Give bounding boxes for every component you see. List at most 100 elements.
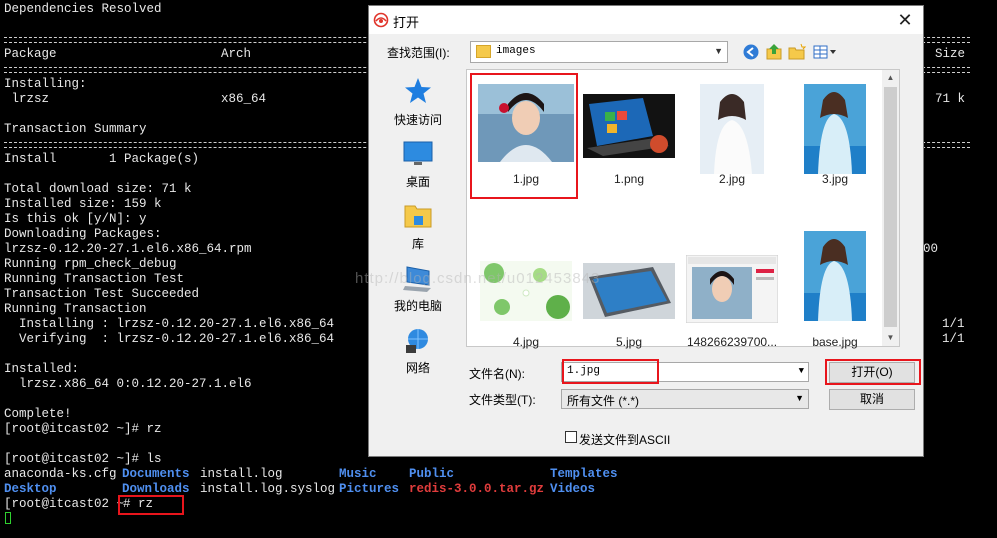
terminal-line: Running rpm_check_debug: [4, 257, 177, 271]
file-item-148266239700[interactable]: 148266239700...: [680, 225, 784, 349]
terminal-prompt: [root@itcast02 ~: [4, 497, 125, 511]
look-in-label: 查找范围(I):: [387, 46, 450, 60]
library-icon: [404, 205, 432, 228]
chevron-down-icon: ▼: [795, 393, 804, 403]
look-in-combobox[interactable]: images ▼: [470, 41, 728, 63]
terminal-line: Installing:: [4, 77, 87, 91]
terminal-line: 00: [923, 242, 939, 256]
terminal-line: 1/1: [942, 317, 965, 331]
header-package: Package: [4, 47, 57, 61]
terminal-line: Verifying : lrzsz-0.12.20-27.1.el6.x86_6…: [4, 332, 335, 346]
place-library[interactable]: 库: [377, 201, 459, 261]
ls-dir: Videos: [550, 482, 596, 496]
package-size: 71 k: [935, 92, 966, 106]
file-name: 5.jpg: [615, 335, 643, 349]
terminal-line: lrzsz-0.12.20-27.1.el6.x86_64.rpm: [4, 242, 252, 256]
file-item-5-jpg[interactable]: 5.jpg: [577, 225, 681, 349]
ls-file: install.log: [200, 467, 283, 481]
new-folder-icon[interactable]: [788, 43, 806, 61]
computer-icon: [403, 266, 431, 292]
ls-file: install.log.syslog: [200, 482, 336, 496]
dialog-titlebar[interactable]: 打开 ✕: [369, 6, 923, 34]
highlight-box: [562, 359, 659, 384]
ls-file: anaconda-ks.cfg: [4, 467, 117, 481]
terminal-line: 1/1: [942, 332, 965, 346]
chevron-down-icon[interactable]: ▼: [799, 366, 804, 376]
terminal-line: Total download size: 71 k: [4, 182, 192, 196]
view-menu-icon[interactable]: [812, 43, 838, 61]
close-icon: ✕: [897, 10, 913, 30]
file-name: 148266239700...: [686, 335, 778, 349]
cancel-button[interactable]: 取消: [829, 389, 915, 410]
place-label: 我的电脑: [393, 299, 442, 313]
back-icon[interactable]: [742, 43, 760, 61]
image-thumbnail: [480, 261, 572, 321]
file-item-2-jpg[interactable]: 2.jpg: [680, 78, 784, 202]
file-item-1-png[interactable]: 1.png: [577, 78, 681, 202]
header-size: Size: [935, 47, 966, 61]
image-thumbnail: [804, 231, 866, 321]
file-type-select[interactable]: 所有文件 (*.*) ▼: [561, 389, 809, 409]
vertical-scrollbar[interactable]: ▲ ▼: [882, 70, 899, 346]
terminal-cursor: [5, 512, 11, 524]
file-item-4-jpg[interactable]: 4.jpg: [474, 225, 578, 349]
file-name: 1.png: [613, 172, 645, 186]
image-thumbnail: [583, 94, 675, 158]
file-name: base.jpg: [812, 335, 858, 349]
terminal-line: Installed:: [4, 362, 80, 376]
ls-dir: Pictures: [339, 482, 400, 496]
file-item-3-jpg[interactable]: 3.jpg: [783, 78, 887, 202]
package-arch: x86_64: [221, 92, 267, 106]
terminal-line: Transaction Test Succeeded: [4, 287, 200, 301]
terminal-line: Install 1 Package(s): [4, 152, 200, 166]
highlight-box: [118, 495, 184, 515]
up-folder-icon[interactable]: [765, 43, 783, 61]
star-icon: [405, 78, 431, 103]
terminal-line: Transaction Summary: [4, 122, 147, 136]
image-thumbnail: [700, 84, 764, 174]
place-label: 快速访问: [393, 113, 442, 127]
ls-dir: Templates: [550, 467, 618, 481]
terminal-line: Installed size: 159 k: [4, 197, 162, 211]
place-label: 网络: [405, 361, 430, 375]
image-thumbnail: [583, 263, 675, 319]
terminal-line: Running Transaction: [4, 302, 147, 316]
terminal-line: Running Transaction Test: [4, 272, 185, 286]
terminal-line: Dependencies Resolved: [4, 2, 162, 16]
place-desktop[interactable]: 桌面: [377, 139, 459, 199]
image-thumbnail: [686, 255, 778, 323]
place-my-computer[interactable]: 我的电脑: [377, 263, 459, 323]
highlight-box: [825, 359, 921, 385]
file-item-base-jpg[interactable]: base.jpg: [783, 225, 887, 349]
scroll-up-icon[interactable]: ▲: [882, 70, 899, 86]
send-ascii-label: 发送文件到ASCII: [579, 433, 671, 447]
place-quick-access[interactable]: 快速访问: [377, 77, 459, 137]
file-name-label: 文件名(N):: [469, 367, 525, 381]
app-logo-icon: [373, 12, 389, 28]
folder-icon: [476, 45, 491, 58]
scroll-thumb[interactable]: [884, 87, 897, 327]
scroll-down-icon[interactable]: ▼: [882, 330, 899, 346]
file-name: 3.jpg: [821, 172, 849, 186]
network-icon: [406, 329, 428, 353]
file-name: 2.jpg: [718, 172, 746, 186]
look-in-value: images: [496, 45, 536, 57]
close-button[interactable]: ✕: [893, 9, 917, 31]
terminal-line: Complete!: [4, 407, 72, 421]
terminal-line: [root@itcast02 ~]# rz: [4, 422, 162, 436]
send-ascii-checkbox[interactable]: [565, 431, 577, 443]
place-label: 桌面: [405, 175, 430, 189]
places-bar: 快速访问 桌面 库 我的电脑 网络: [377, 69, 459, 389]
terminal-line: lrzsz.x86_64 0:0.12.20-27.1.el6: [4, 377, 252, 391]
place-label: 库: [411, 237, 424, 251]
terminal-line: [root@itcast02 ~]# ls: [4, 452, 162, 466]
terminal-line: Downloading Packages:: [4, 227, 162, 241]
ls-dir: Desktop: [4, 482, 57, 496]
place-network[interactable]: 网络: [377, 325, 459, 385]
highlight-box: [470, 73, 578, 199]
ls-dir: Music: [339, 467, 377, 481]
open-file-dialog: 打开 ✕ 查找范围(I): images ▼ 快速访问 桌面 库 我的电脑 网络…: [368, 5, 924, 457]
file-type-label: 文件类型(T):: [469, 393, 536, 407]
ls-dir: Documents: [122, 467, 190, 481]
header-arch: Arch: [221, 47, 252, 61]
